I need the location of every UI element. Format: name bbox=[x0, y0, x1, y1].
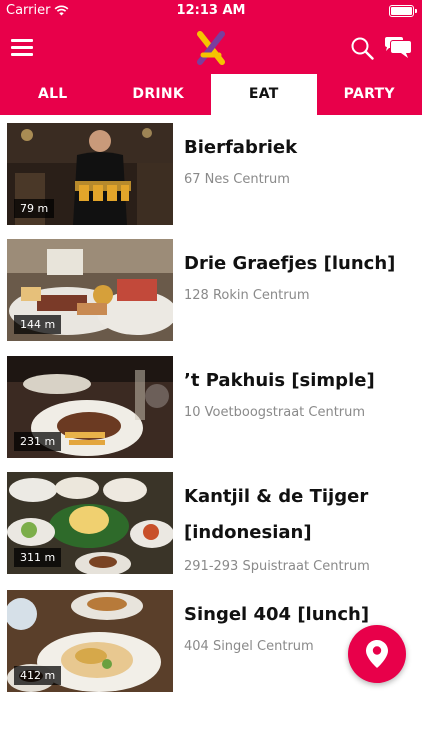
place-photo: 412 m bbox=[7, 590, 173, 692]
place-name: Kantjil & de Tijger [indonesian] bbox=[184, 486, 369, 543]
tab-drink[interactable]: DRINK bbox=[106, 74, 212, 115]
distance-badge: 231 m bbox=[14, 432, 62, 451]
tab-party[interactable]: PARTY bbox=[317, 74, 422, 115]
category-tabs: ALL DRINK EAT PARTY bbox=[0, 74, 422, 115]
place-photo: 79 m bbox=[7, 123, 173, 225]
nav-bar bbox=[0, 22, 422, 74]
place-name: ’t Pakhuis [simple] bbox=[184, 370, 375, 391]
tab-eat[interactable]: EAT bbox=[211, 74, 317, 115]
place-address: 128 Rokin Centrum bbox=[184, 288, 310, 303]
list-item[interactable]: 144 m Drie Graefjes [lunch] 128 Rokin Ce… bbox=[0, 231, 422, 341]
place-name: Bierfabriek bbox=[184, 137, 298, 158]
distance-badge: 311 m bbox=[14, 548, 62, 567]
place-photo: 311 m bbox=[7, 472, 173, 574]
list-item[interactable]: 311 m Kantjil & de Tijger [indonesian] 2… bbox=[0, 464, 422, 574]
distance-badge: 412 m bbox=[14, 666, 62, 685]
place-name: Drie Graefjes [lunch] bbox=[184, 253, 396, 274]
place-photo: 144 m bbox=[7, 239, 173, 341]
distance-badge: 144 m bbox=[14, 315, 62, 334]
status-time: 12:13 AM bbox=[176, 3, 246, 18]
place-address: 10 Voetboogstraat Centrum bbox=[184, 405, 366, 420]
map-pin-icon bbox=[366, 640, 388, 668]
chat-bubbles-icon[interactable] bbox=[384, 35, 412, 61]
place-address: 291-293 Spuistraat Centrum bbox=[184, 559, 370, 574]
list-item[interactable]: 231 m ’t Pakhuis [simple] 10 Voetboogstr… bbox=[0, 348, 422, 458]
battery-icon bbox=[389, 5, 417, 17]
place-address: 67 Nes Centrum bbox=[184, 172, 290, 187]
app-logo-icon bbox=[197, 31, 225, 65]
status-bar: Carrier 12:13 AM bbox=[0, 0, 422, 22]
search-icon[interactable] bbox=[350, 36, 374, 60]
list-item[interactable]: 79 m Bierfabriek 67 Nes Centrum bbox=[0, 115, 422, 225]
place-photo: 231 m bbox=[7, 356, 173, 458]
distance-badge: 79 m bbox=[14, 199, 55, 218]
place-address: 404 Singel Centrum bbox=[184, 639, 314, 654]
map-button[interactable] bbox=[348, 625, 406, 683]
tab-all[interactable]: ALL bbox=[0, 74, 106, 115]
hamburger-menu-icon[interactable] bbox=[11, 39, 33, 57]
